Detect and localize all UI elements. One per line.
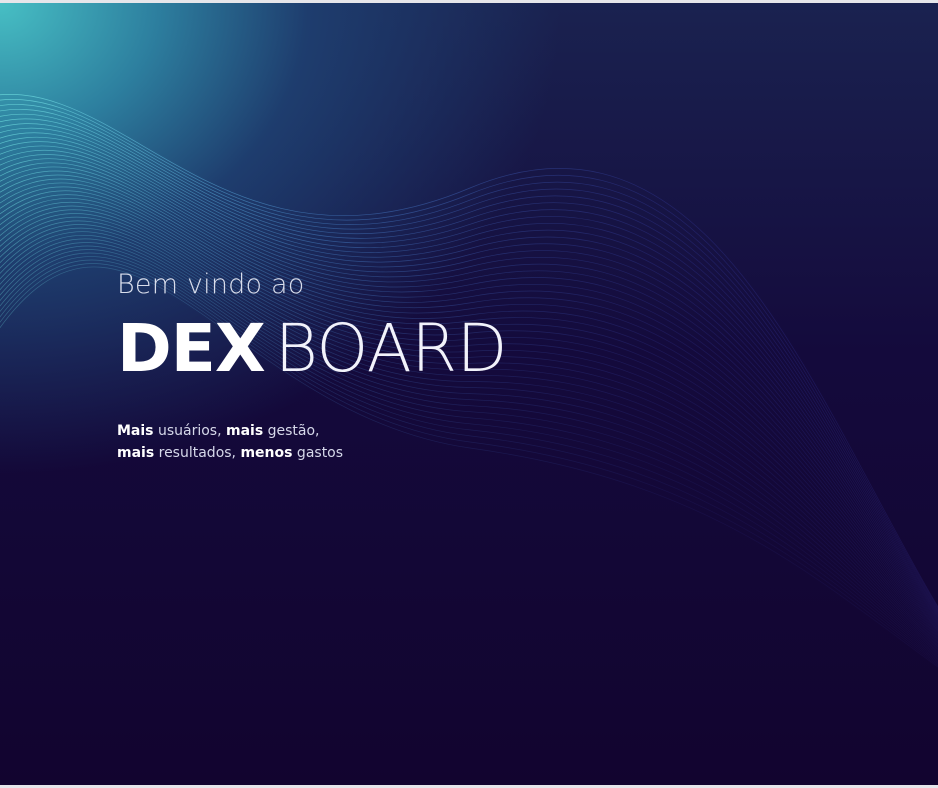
welcome-screen: Bem vindo ao DEX BOARD Mais usuários, mai… bbox=[0, 0, 938, 788]
tagline-line-1: Mais usuários, mais gestão, bbox=[117, 420, 507, 442]
tagline-text: resultados, bbox=[154, 445, 241, 461]
tagline-emphasis: Mais bbox=[117, 423, 154, 439]
brand-title: DEX BOARD bbox=[117, 314, 507, 384]
tagline-emphasis: mais bbox=[226, 423, 264, 439]
tagline-emphasis: menos bbox=[240, 445, 293, 461]
tagline-text: usuários, bbox=[153, 423, 226, 439]
brand-title-board: BOARD bbox=[274, 310, 508, 387]
hero-section: Bem vindo ao DEX BOARD Mais usuários, mai… bbox=[117, 269, 507, 464]
tagline-text: gestão, bbox=[263, 423, 320, 439]
tagline-emphasis: mais bbox=[117, 445, 155, 461]
brand-title-dex: DEX bbox=[117, 310, 266, 387]
tagline-line-2: mais resultados, menos gastos bbox=[117, 442, 507, 464]
tagline-text: gastos bbox=[292, 445, 344, 461]
welcome-text: Bem vindo ao bbox=[117, 269, 305, 300]
tagline: Mais usuários, mais gestão, mais resulta… bbox=[117, 420, 507, 464]
